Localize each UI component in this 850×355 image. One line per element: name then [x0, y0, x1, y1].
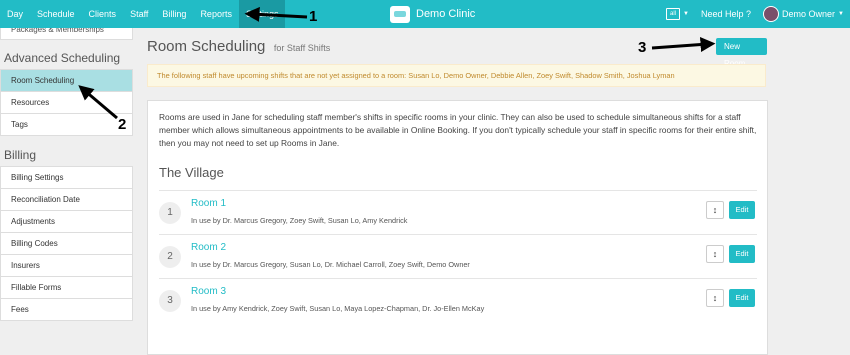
nav-reports[interactable]: Reports	[193, 0, 239, 28]
settings-sidebar: Packages & Memberships Advanced Scheduli…	[0, 28, 133, 325]
clinic-name: Demo Clinic	[416, 8, 476, 20]
annotation-label-1: 1	[309, 8, 318, 25]
nav-right: all ▼ Need Help ? Demo Owner ▼	[660, 0, 850, 28]
calendar-icon: all	[666, 8, 681, 20]
page-header: Room Scheduling for Staff Shifts	[147, 38, 330, 56]
clinic-brand[interactable]: Demo Clinic	[390, 4, 475, 24]
room-in-use-text: In use by Dr. Marcus Gregory, Susan Lo, …	[191, 260, 470, 269]
help-link[interactable]: Need Help ?	[695, 9, 757, 19]
nav-settings[interactable]: Settings	[238, 0, 286, 28]
calendar-menu[interactable]: all ▼	[660, 8, 695, 20]
top-nav-bar: Day Schedule Clients Staff Billing Repor…	[0, 0, 850, 28]
nav-staff[interactable]: Staff	[123, 0, 155, 28]
sidebar-item-reconciliation-date[interactable]: Reconciliation Date	[0, 189, 133, 211]
room-number: 3	[159, 290, 181, 312]
room-in-use-text: In use by Amy Kendrick, Zoey Swift, Susa…	[191, 304, 485, 313]
user-menu[interactable]: Demo Owner ▼	[757, 6, 850, 22]
location-heading: The Village	[159, 165, 224, 180]
main-nav: Day Schedule Clients Staff Billing Repor…	[0, 0, 286, 28]
nav-day[interactable]: Day	[0, 0, 30, 28]
annotation-arrow-3	[651, 37, 716, 53]
sidebar-item-adjustments[interactable]: Adjustments	[0, 211, 133, 233]
chevron-down-icon: ▼	[838, 11, 844, 17]
page-subtitle: for Staff Shifts	[273, 43, 331, 53]
jane-logo-icon	[390, 5, 410, 23]
sidebar-item-billing-codes[interactable]: Billing Codes	[0, 233, 133, 255]
sidebar-heading-advanced: Advanced Scheduling	[4, 51, 121, 65]
list-item: 1 Room 1 In use by Dr. Marcus Gregory, Z…	[159, 190, 757, 235]
sidebar-item-billing-settings[interactable]: Billing Settings	[0, 166, 133, 189]
room-name-link[interactable]: Room 3	[191, 286, 226, 297]
nav-clients[interactable]: Clients	[82, 0, 124, 28]
sidebar-item-packages[interactable]: Packages & Memberships	[0, 28, 133, 40]
sidebar-item-tags[interactable]: Tags	[0, 114, 133, 136]
sidebar-heading-billing: Billing	[4, 148, 37, 162]
sidebar-item-fees[interactable]: Fees	[0, 299, 133, 321]
annotation-label-3: 3	[638, 39, 647, 56]
avatar	[763, 6, 780, 22]
edit-button[interactable]: Edit	[729, 201, 755, 219]
sidebar-item-room-scheduling[interactable]: Room Scheduling	[0, 69, 133, 92]
nav-billing[interactable]: Billing	[155, 0, 193, 28]
room-name-link[interactable]: Room 2	[191, 242, 226, 253]
room-name-link[interactable]: Room 1	[191, 198, 226, 209]
new-room-button[interactable]: New Room	[716, 38, 767, 68]
page-title: Room Scheduling	[147, 38, 266, 55]
drag-handle-icon[interactable]: ↕	[706, 245, 724, 263]
unassigned-staff-alert: The following staff have upcoming shifts…	[147, 64, 766, 87]
edit-button[interactable]: Edit	[729, 245, 755, 263]
room-in-use-text: In use by Dr. Marcus Gregory, Zoey Swift…	[191, 216, 408, 225]
room-number: 2	[159, 246, 181, 268]
chevron-down-icon: ▼	[683, 11, 689, 17]
sidebar-item-insurers[interactable]: Insurers	[0, 255, 133, 277]
user-name: Demo Owner	[782, 9, 836, 19]
rooms-intro-text: Rooms are used in Jane for scheduling st…	[159, 112, 757, 149]
nav-schedule[interactable]: Schedule	[30, 0, 82, 28]
list-item: 3 Room 3 In use by Amy Kendrick, Zoey Sw…	[159, 278, 757, 323]
drag-handle-icon[interactable]: ↕	[706, 289, 724, 307]
sidebar-item-resources[interactable]: Resources	[0, 92, 133, 114]
annotation-label-2: 2	[118, 116, 127, 133]
room-number: 1	[159, 202, 181, 224]
list-item: 2 Room 2 In use by Dr. Marcus Gregory, S…	[159, 234, 757, 279]
drag-handle-icon[interactable]: ↕	[706, 201, 724, 219]
edit-button[interactable]: Edit	[729, 289, 755, 307]
rooms-panel: Rooms are used in Jane for scheduling st…	[147, 100, 768, 355]
sidebar-item-fillable-forms[interactable]: Fillable Forms	[0, 277, 133, 299]
